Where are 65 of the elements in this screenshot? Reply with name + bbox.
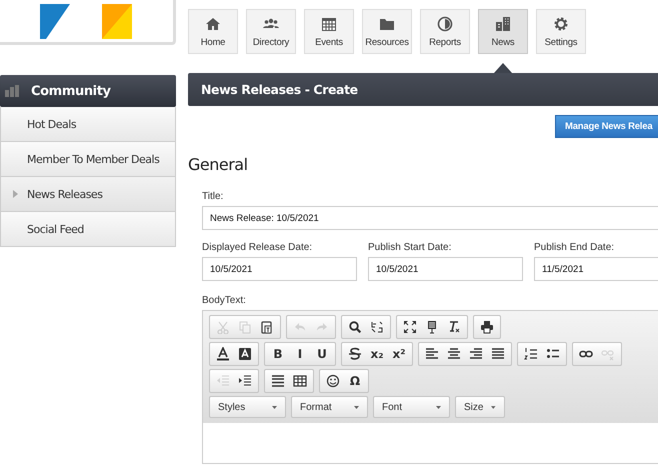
smiley-icon	[326, 374, 340, 388]
table-icon	[293, 374, 307, 388]
caret-icon	[354, 406, 359, 408]
toolbar-dropdown[interactable]: Font	[373, 396, 450, 418]
sidebar-item[interactable]: Member To Member Deals	[0, 142, 176, 177]
format-button[interactable]: Ω	[344, 370, 366, 392]
align-right-icon	[469, 347, 483, 361]
field-label: BodyText:	[202, 295, 247, 306]
maximize-icon	[403, 320, 417, 334]
field-label: Displayed Release Date:	[202, 242, 314, 253]
copy-icon	[238, 320, 252, 334]
nav-button[interactable]: Reports	[420, 9, 470, 54]
date-field[interactable]: 10/5/2021	[368, 257, 523, 281]
sidebar-item[interactable]: Hot Deals	[0, 107, 176, 142]
date-field[interactable]: 10/5/2021	[202, 257, 357, 281]
section-heading: General	[188, 155, 249, 176]
format-button[interactable]: U	[311, 343, 333, 365]
arrow-icon	[13, 190, 18, 198]
title-field[interactable]: News Release: 10/5/2021	[202, 206, 658, 230]
outdent-icon	[216, 374, 230, 388]
sidebar-item[interactable]: Social Feed	[0, 212, 176, 247]
paste-icon	[260, 320, 274, 334]
justify-icon	[491, 347, 505, 361]
format-button[interactable]: x²	[388, 343, 410, 365]
nav-button[interactable]: News	[478, 9, 528, 54]
date-field[interactable]: 11/5/2021	[534, 257, 658, 281]
nav-button[interactable]: Events	[304, 9, 354, 54]
numbered-list-icon	[524, 347, 538, 361]
field-label: Publish End Date:	[534, 242, 616, 253]
format-button[interactable]: x₂	[366, 343, 388, 365]
cut-icon	[216, 320, 230, 334]
bulleted-list-icon	[546, 347, 560, 361]
align-left-icon	[425, 347, 439, 361]
nav-button[interactable]: Home	[188, 9, 238, 54]
print-icon	[480, 320, 494, 334]
blocks-icon	[425, 320, 439, 334]
background-color-icon	[238, 347, 252, 361]
nav-button[interactable]: Directory	[246, 9, 296, 54]
format-button[interactable]: B	[267, 343, 289, 365]
field-label: Publish Start Date:	[368, 242, 452, 253]
text-color-icon	[216, 347, 230, 361]
field-label: Title:	[202, 191, 224, 202]
caret-icon	[272, 406, 277, 408]
search-icon	[348, 320, 362, 334]
sidebar-title: Community	[31, 84, 111, 98]
format-button[interactable]: I	[289, 343, 311, 365]
calendar-icon	[321, 16, 337, 32]
align-center-icon	[447, 347, 461, 361]
nav-button[interactable]: Resources	[362, 9, 412, 54]
caret-icon	[491, 406, 496, 408]
indent-icon	[238, 374, 252, 388]
home-icon	[205, 16, 221, 32]
horizontal-line-icon	[271, 374, 285, 388]
nav-button[interactable]: Settings	[536, 9, 586, 54]
page-title: News Releases - Create	[201, 82, 358, 97]
strikethrough-icon	[348, 347, 362, 361]
clear-format-icon	[447, 320, 461, 334]
pie-chart-icon	[437, 16, 453, 32]
gear-icon	[553, 16, 569, 32]
manage-button[interactable]: Manage News Relea	[555, 115, 658, 138]
toolbar-dropdown[interactable]: Format	[291, 396, 368, 418]
toolbar-dropdown[interactable]: Size	[455, 396, 505, 418]
caret-icon	[436, 406, 441, 408]
toolbar-dropdown[interactable]: Styles	[209, 396, 286, 418]
sidebar-item[interactable]: News Releases	[0, 177, 176, 212]
